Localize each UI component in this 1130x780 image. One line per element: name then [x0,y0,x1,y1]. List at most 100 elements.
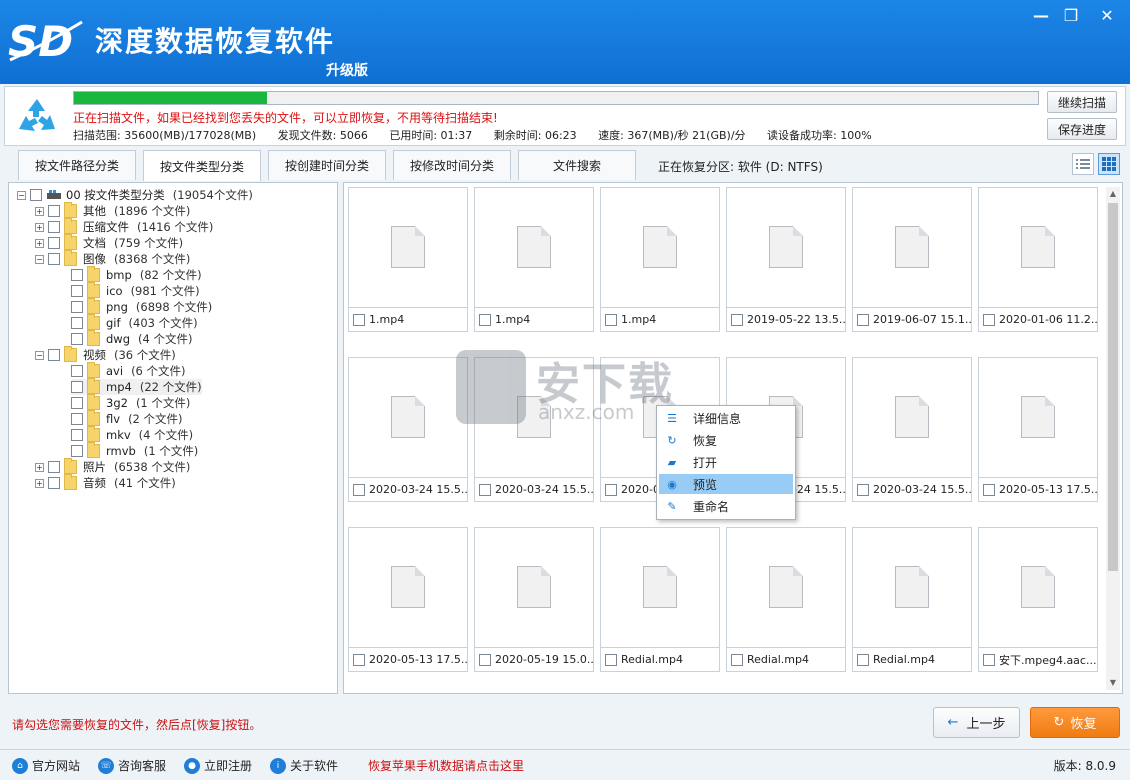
vertical-scrollbar[interactable]: ▲ ▼ [1106,187,1120,690]
tab-file-search[interactable]: 文件搜索 [518,150,636,180]
tree-checkbox[interactable] [71,333,83,345]
tree-node-3g2[interactable]: 3g2 (1 个文件) [71,394,190,411]
expand-icon[interactable]: + [35,222,44,232]
file-checkbox[interactable] [353,653,365,666]
file-checkbox[interactable] [857,483,869,496]
file-checkbox[interactable] [605,653,617,666]
tree-checkbox[interactable] [48,205,60,217]
tree-checkbox[interactable] [71,317,83,329]
menu-item-open[interactable]: ▰ 打开 [659,452,793,472]
tree-checkbox[interactable] [71,301,83,313]
menu-item-preview[interactable]: ◉ 预览 [659,474,793,494]
tree-node-gif[interactable]: gif (403 个文件) [71,314,198,331]
file-card[interactable]: 2020-03-24 15.5... [348,357,468,502]
tree-root[interactable]: − 00 按文件类型分类 (19054个文件) [17,187,253,203]
tree-node-mp4[interactable]: mp4 (22 个文件) [71,378,202,395]
menu-item-rename[interactable]: ✎ 重命名 [659,496,793,516]
scroll-up-icon[interactable]: ▲ [1106,187,1120,201]
tab-by-created-time[interactable]: 按创建时间分类 [268,150,386,180]
expand-icon[interactable]: + [35,478,44,488]
file-checkbox[interactable] [983,483,995,496]
file-card[interactable]: 2019-06-07 15.1... [852,187,972,332]
tree-node-avi[interactable]: avi (6 个文件) [71,362,186,379]
file-checkbox[interactable] [479,653,491,666]
continue-scan-button[interactable]: 继续扫描 [1047,91,1117,113]
collapse-icon[interactable]: − [35,254,44,264]
expand-icon[interactable]: + [35,462,44,472]
previous-step-button[interactable]: ← 上一步 [933,707,1020,738]
tree-checkbox[interactable] [48,349,60,361]
tree-checkbox[interactable] [48,221,60,233]
file-checkbox[interactable] [479,483,491,496]
tree-node-png[interactable]: png (6898 个文件) [71,298,212,315]
scrollbar-thumb[interactable] [1108,203,1118,571]
expand-icon[interactable]: + [35,206,44,216]
file-checkbox[interactable] [353,483,365,496]
tree-node-dwg[interactable]: dwg (4 个文件) [71,330,192,347]
collapse-icon[interactable]: − [17,190,26,200]
tree-node-archive[interactable]: + 压缩文件 (1416 个文件) [35,218,213,235]
tree-node-documents[interactable]: + 文档 (759 个文件) [35,234,183,251]
recover-button[interactable]: ↻ 恢复 [1030,707,1120,738]
tree-node-rmvb[interactable]: rmvb (1 个文件) [71,442,198,459]
file-card[interactable]: 2020-05-13 17.5... [348,527,468,672]
grid-view-button[interactable] [1098,153,1120,175]
collapse-icon[interactable]: − [35,350,44,360]
tree-checkbox[interactable] [71,381,83,393]
tab-by-path[interactable]: 按文件路径分类 [18,150,136,180]
file-card[interactable]: 2020-01-06 11.2... [978,187,1098,332]
tree-checkbox[interactable] [48,253,60,265]
file-card[interactable]: Redial.mp4 [852,527,972,672]
scroll-down-icon[interactable]: ▼ [1106,676,1120,690]
tree-node-other[interactable]: + 其他 (1896 个文件) [35,202,190,219]
tree-checkbox[interactable] [48,477,60,489]
file-card[interactable]: 1.mp4 [474,187,594,332]
tree-node-flv[interactable]: flv (2 个文件) [71,410,183,427]
tree-checkbox[interactable] [48,461,60,473]
file-card[interactable]: 1.mp4 [348,187,468,332]
tree-node-bmp[interactable]: bmp (82 个文件) [71,266,202,283]
tree-checkbox[interactable] [71,429,83,441]
customer-support-link[interactable]: ☏ 咨询客服 [98,757,166,774]
tree-checkbox[interactable] [71,365,83,377]
tree-node-ico[interactable]: ico (981 个文件) [71,282,200,299]
file-checkbox[interactable] [605,483,617,496]
file-card[interactable]: 2020-03-24 15.5... [852,357,972,502]
tree-checkbox[interactable] [48,237,60,249]
ios-recovery-link[interactable]: 恢复苹果手机数据请点击这里 [368,757,524,774]
tree-checkbox[interactable] [71,397,83,409]
menu-item-restore[interactable]: ↻ 恢复 [659,430,793,450]
tree-checkbox[interactable] [71,413,83,425]
tree-checkbox[interactable] [71,445,83,457]
minimize-button[interactable]: — [1026,2,1056,28]
close-button[interactable]: ✕ [1092,2,1122,28]
tree-node-mkv[interactable]: mkv (4 个文件) [71,426,193,443]
tree-node-photos[interactable]: + 照片 (6538 个文件) [35,458,190,475]
file-checkbox[interactable] [353,313,365,326]
file-checkbox[interactable] [857,313,869,326]
file-card[interactable]: 安下.mpeg4.aac.... [978,527,1098,672]
expand-icon[interactable]: + [35,238,44,248]
file-card[interactable]: Redial.mp4 [726,527,846,672]
file-checkbox[interactable] [479,313,491,326]
official-site-link[interactable]: ⌂ 官方网站 [12,757,80,774]
file-checkbox[interactable] [857,653,869,666]
tree-checkbox[interactable] [30,189,42,201]
file-card[interactable]: 1.mp4 [600,187,720,332]
tab-by-type[interactable]: 按文件类型分类 [143,150,261,181]
tree-checkbox[interactable] [71,269,83,281]
menu-item-details[interactable]: ☰ 详细信息 [659,408,793,428]
file-card[interactable]: 2020-05-13 17.5... [978,357,1098,502]
about-link[interactable]: i 关于软件 [270,757,338,774]
tree-checkbox[interactable] [71,285,83,297]
file-card[interactable]: 2020-03-24 15.5... [474,357,594,502]
file-checkbox[interactable] [731,653,743,666]
file-card[interactable]: Redial.mp4 [600,527,720,672]
file-card[interactable]: 2019-05-22 13.5... [726,187,846,332]
tree-node-video[interactable]: − 视频 (36 个文件) [35,346,176,363]
restore-button[interactable]: ❐ [1056,2,1086,28]
file-checkbox[interactable] [731,313,743,326]
tab-by-modified-time[interactable]: 按修改时间分类 [393,150,511,180]
tree-node-audio[interactable]: + 音频 (41 个文件) [35,474,176,491]
tree-node-images[interactable]: − 图像 (8368 个文件) [35,250,190,267]
